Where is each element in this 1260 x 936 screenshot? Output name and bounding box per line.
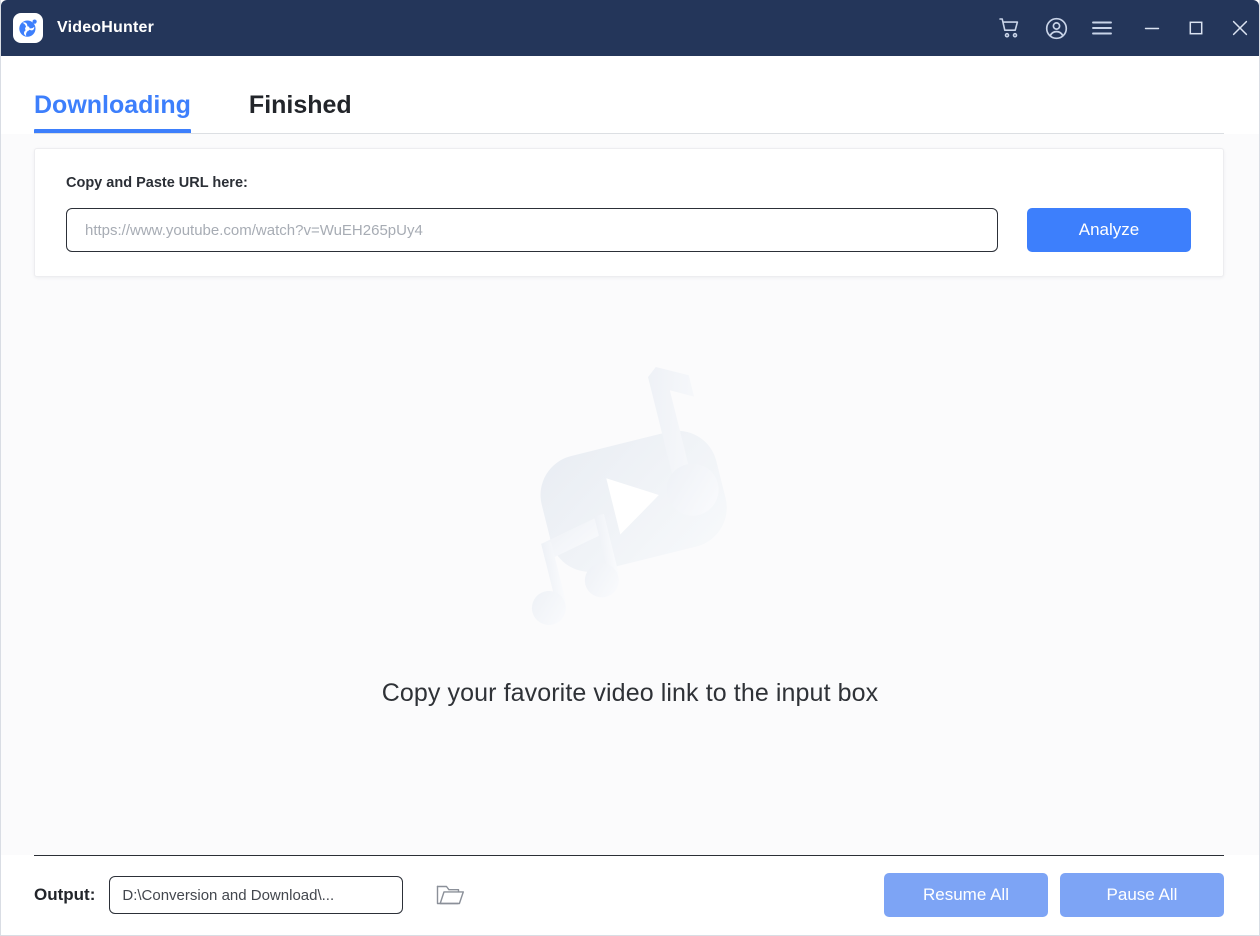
resume-all-button[interactable]: Resume All — [884, 873, 1048, 917]
tab-downloading-label: Downloading — [34, 91, 191, 119]
main-content: Copy and Paste URL here: Analyze — [1, 134, 1259, 935]
titlebar-controls — [987, 0, 1259, 56]
video-music-placeholder-illustration — [480, 355, 780, 635]
tab-downloading[interactable]: Downloading — [34, 93, 191, 134]
tab-finished-label: Finished — [248, 91, 352, 119]
minimize-icon[interactable] — [1133, 0, 1171, 56]
footer-divider — [34, 855, 1224, 856]
maximize-icon[interactable] — [1177, 0, 1215, 56]
output-label: Output: — [34, 885, 96, 904]
app-window: VideoHunter Downloading Finished Copy an… — [0, 0, 1260, 936]
analyze-button[interactable]: Analyze — [1027, 208, 1191, 252]
output-path-input[interactable] — [109, 876, 404, 914]
videohunter-app-icon — [13, 13, 43, 43]
url-input[interactable] — [66, 208, 998, 252]
url-input-card: Copy and Paste URL here: Analyze — [34, 148, 1224, 277]
shopping-cart-icon[interactable] — [987, 0, 1033, 56]
pause-all-button[interactable]: Pause All — [1060, 873, 1224, 917]
footer-bar: Output: Resume All Pause All — [1, 855, 1259, 935]
app-title: VideoHunter — [57, 19, 155, 36]
tab-finished[interactable]: Finished — [249, 93, 352, 134]
user-account-icon[interactable] — [1033, 0, 1079, 56]
url-input-label: Copy and Paste URL here: — [66, 175, 248, 191]
url-input-row: Analyze — [66, 208, 1191, 252]
title-bar: VideoHunter — [1, 0, 1259, 56]
empty-state-message: Copy your favorite video link to the inp… — [381, 678, 879, 707]
tab-bar: Downloading Finished — [1, 56, 1259, 134]
open-folder-icon[interactable] — [433, 878, 467, 912]
close-icon[interactable] — [1221, 0, 1259, 56]
hamburger-menu-icon[interactable] — [1079, 0, 1125, 56]
empty-state: Copy your favorite video link to the inp… — [1, 277, 1259, 855]
